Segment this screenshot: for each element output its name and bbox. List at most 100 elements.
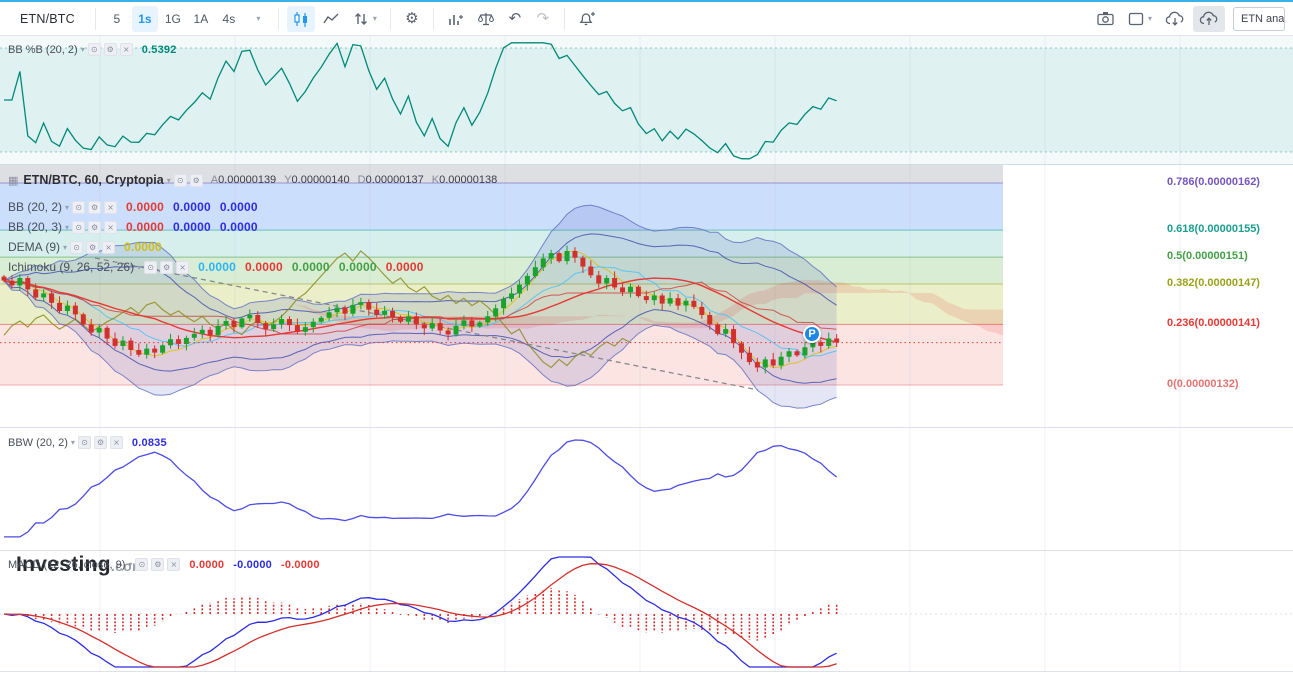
close-icon[interactable]: × xyxy=(102,240,116,254)
indicator-name[interactable]: Ichimoku (9, 26, 52, 26) xyxy=(8,260,134,274)
close-icon[interactable]: × xyxy=(119,43,133,56)
indicator-name[interactable]: DEMA (9) xyxy=(8,240,60,254)
indicator-name[interactable]: BB (20, 2) xyxy=(8,200,62,214)
ohlc-key: K xyxy=(431,174,440,186)
macd-value: 0.0000 xyxy=(189,558,225,571)
eye-icon[interactable]: ⊙ xyxy=(87,43,101,56)
save-layout-button[interactable] xyxy=(1193,5,1225,32)
interval-1A[interactable]: 1A xyxy=(188,6,214,32)
bbp-controls: ⊙ ⚙ × xyxy=(85,43,133,56)
indicator-row: BB (20, 3) ▾ ⊙ ⚙ × 0.0000 0.0000 0.0000 xyxy=(8,217,424,237)
ohlc-readout: A0.00000139 Y0.00000140 D0.00000137 K0.0000… xyxy=(203,174,497,186)
undo-button[interactable]: ↶ xyxy=(502,6,528,32)
macd-value: -0.0000 xyxy=(280,558,320,571)
close-icon[interactable]: × xyxy=(104,200,118,214)
fib-level-label: 0.786(0.00000162) xyxy=(1167,176,1260,188)
indicator-value: 0.0000 xyxy=(172,200,211,214)
close-icon[interactable]: × xyxy=(104,220,118,234)
indicator-value: 0.0000 xyxy=(385,260,424,274)
interval-5[interactable]: 5 xyxy=(104,6,130,32)
fib-level-label: 0.5(0.00000151) xyxy=(1167,250,1248,262)
redo-button[interactable]: ↷ xyxy=(530,6,556,32)
pane-main-chart: ▦ ETN/BTC, 60, Cryptopia ▾ ⊙ ⚙ A0.0000013… xyxy=(0,165,1293,576)
chart-type-line-button[interactable] xyxy=(317,6,345,32)
main-chart-title[interactable]: ETN/BTC, 60, Cryptopia xyxy=(23,173,163,187)
macd-value: -0.0000 xyxy=(233,558,272,571)
layout-name-input[interactable]: ETN anal xyxy=(1233,6,1285,31)
gear-icon[interactable]: ⚙ xyxy=(93,436,107,449)
interval-4s[interactable]: 4s xyxy=(216,6,242,32)
gear-icon[interactable]: ⚙ xyxy=(86,240,100,254)
macd-controls: ⊙ ⚙ × xyxy=(132,558,181,571)
gear-icon[interactable]: ⚙ xyxy=(103,43,117,56)
load-layout-button[interactable] xyxy=(1159,6,1191,32)
macd-values: 0.0000 -0.0000 -0.0000 xyxy=(180,559,319,571)
pane-bb-percent-b: BB %B (20, 2) ▾ ⊙ ⚙ × 0.5392 xyxy=(0,36,1293,165)
interval-1s[interactable]: 1s xyxy=(131,5,158,32)
toolbar-separator xyxy=(277,7,279,30)
gear-icon[interactable]: ⚙ xyxy=(189,173,203,187)
bbw-indicator-name[interactable]: BBW (20, 2) xyxy=(8,437,68,449)
gear-icon[interactable]: ⚙ xyxy=(160,260,174,274)
indicator-row: BB (20, 2) ▾ ⊙ ⚙ × 0.0000 0.0000 0.0000 xyxy=(8,197,424,217)
bbw-value: 0.0835 xyxy=(131,436,167,449)
gear-icon[interactable]: ⚙ xyxy=(151,558,165,571)
macd-indicator-name[interactable]: MACD (12, 26, close, 9) xyxy=(8,559,125,571)
interval-1G[interactable]: 1G xyxy=(160,6,186,32)
eye-icon[interactable]: ⊙ xyxy=(135,558,149,571)
chevron-down-icon: ▾ xyxy=(1147,14,1152,23)
position-marker[interactable]: P xyxy=(803,325,821,343)
indicator-controls: ⊙ ⚙ × xyxy=(69,220,118,234)
camera-icon xyxy=(1097,12,1114,26)
indicator-controls: ⊙ ⚙ × xyxy=(67,240,116,254)
indicator-name[interactable]: BB (20, 3) xyxy=(8,220,62,234)
gear-icon[interactable]: ⚙ xyxy=(88,220,102,234)
bbw-canvas[interactable] xyxy=(0,428,1293,551)
bbp-canvas[interactable] xyxy=(0,36,1293,165)
indicator-row: DEMA (9) ▾ ⊙ ⚙ × 0.0000 xyxy=(8,237,424,257)
ohlc-value: 0.00000139 xyxy=(218,174,277,186)
scales-button[interactable] xyxy=(472,6,500,32)
redo-arrow-icon: ↷ xyxy=(536,9,550,27)
eye-icon[interactable]: ⊙ xyxy=(173,173,187,187)
indicator-value: 0.0000 xyxy=(126,220,164,234)
chevron-down-icon: ▾ xyxy=(256,14,261,23)
eye-icon[interactable]: ⊙ xyxy=(72,200,86,214)
ohlc-value: 0.00000140 xyxy=(291,174,350,186)
close-icon[interactable]: × xyxy=(109,436,123,449)
indicators-button[interactable] xyxy=(442,6,470,32)
toolbar-separator xyxy=(432,7,434,30)
indicator-value: 0.0000 xyxy=(338,260,377,274)
gear-icon[interactable]: ⚙ xyxy=(88,200,102,214)
layout-grid-icon xyxy=(1128,12,1144,25)
eye-icon[interactable]: ⊙ xyxy=(144,260,158,274)
compare-button[interactable]: ▾ xyxy=(347,6,382,32)
cloud-download-icon xyxy=(1165,11,1184,26)
chevron-down-icon: ▾ xyxy=(372,14,377,23)
eye-icon[interactable]: ⊙ xyxy=(70,240,84,254)
close-icon[interactable]: × xyxy=(167,558,181,571)
macd-legend: MACD (12, 26, close, 9) ▾ ⊙ ⚙ × 0.0000 -0.0… xyxy=(8,558,320,571)
candles-icon xyxy=(294,11,307,27)
indicator-row: Ichimoku (9, 26, 52, 26) ▾ ⊙ ⚙ × 0.0000 0.0000… xyxy=(8,257,424,277)
ohlc-key: A xyxy=(210,174,219,186)
bbp-indicator-name[interactable]: BB %B (20, 2) xyxy=(8,44,78,56)
toolbar-separator xyxy=(563,7,565,30)
settings-button[interactable]: ⚙ xyxy=(399,6,425,32)
alert-button[interactable] xyxy=(573,6,602,32)
bbp-value: 0.5392 xyxy=(141,43,177,56)
symbol-button[interactable]: ETN/BTC xyxy=(8,6,87,32)
screenshot-button[interactable] xyxy=(1091,6,1120,32)
chart-type-candles-button[interactable] xyxy=(286,5,315,32)
eye-icon[interactable]: ⊙ xyxy=(72,220,86,234)
toolbar-separator xyxy=(389,7,391,30)
layout-button[interactable]: ▾ xyxy=(1122,6,1157,32)
bbw-legend: BBW (20, 2) ▾ ⊙ ⚙ × 0.0835 xyxy=(8,436,167,449)
fib-level-label: 0(0.00000132) xyxy=(1167,378,1239,390)
indicator-value: 0.0000 xyxy=(124,240,162,254)
trading-terminal: ETN/BTC 5 1s 1G 1A 4s ▾ ▾ ⚙ ↶ ↷ ▾ ETN an… xyxy=(0,0,1293,680)
interval-dropdown[interactable]: ▾ xyxy=(244,6,270,32)
close-icon[interactable]: × xyxy=(176,260,190,274)
indicator-value: 0.0000 xyxy=(198,260,236,274)
eye-icon[interactable]: ⊙ xyxy=(77,436,91,449)
